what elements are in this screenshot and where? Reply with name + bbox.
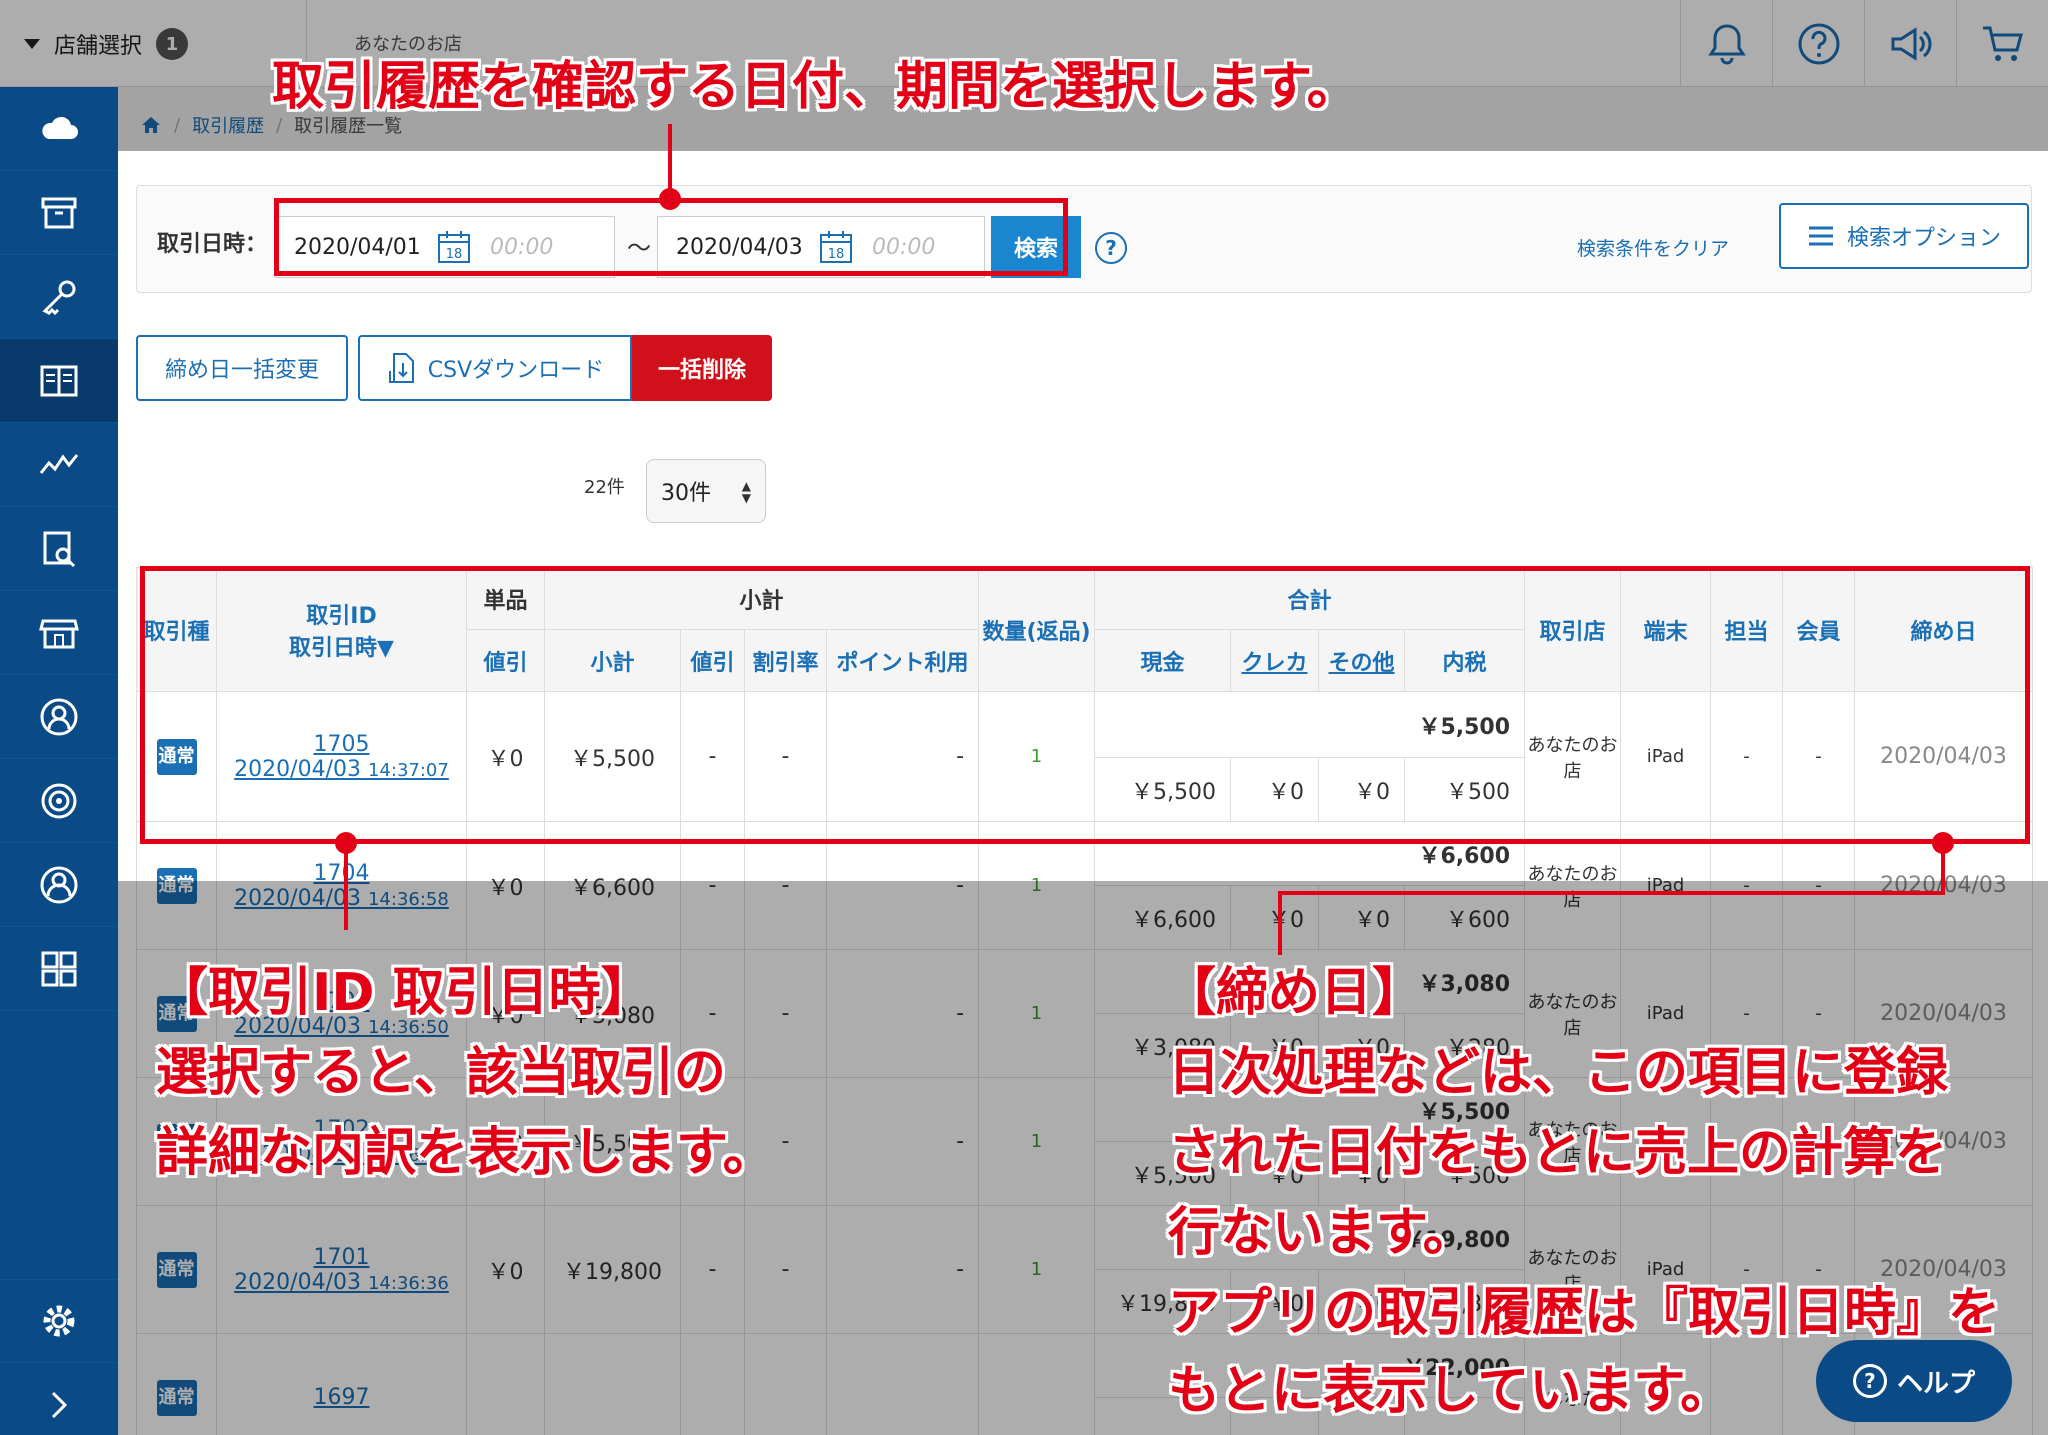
help-fab-button[interactable]: ? ヘルプ [1816, 1340, 2012, 1422]
annotation-left-title: 【取引ID 取引日時】 [156, 963, 653, 1023]
line-chart-icon [39, 453, 79, 474]
annotation-left-line1: 選択すると、該当取引の [156, 1043, 726, 1103]
menu-icon [1808, 226, 1833, 246]
grid-icon [41, 951, 77, 986]
annotation-box-row [140, 566, 2030, 844]
csv-download-label: CSVダウンロード [427, 358, 605, 383]
sidebar-item-analytics[interactable] [0, 423, 118, 507]
annotation-right-line3: 行ないます。 [1168, 1203, 1475, 1263]
sidebar-item-apps[interactable] [0, 927, 118, 1011]
question-icon: ? [1852, 1364, 1887, 1398]
dim-overlay [0, 0, 306, 87]
clear-conditions-link[interactable]: 検索条件をクリア [1577, 234, 1729, 261]
csv-download-button[interactable]: CSVダウンロード [358, 335, 632, 401]
sidebar-item-reports[interactable] [0, 507, 118, 591]
box-icon [41, 197, 77, 228]
result-count: 22件 [584, 477, 625, 498]
sidebar-item-settings[interactable] [0, 1279, 118, 1363]
select-arrows-icon: ▲ ▼ [741, 479, 751, 505]
annotation-dot [659, 188, 681, 210]
download-file-icon [388, 353, 414, 383]
sidebar-item-tools[interactable] [0, 255, 118, 339]
per-page-select[interactable]: 30件 ▲ ▼ [646, 459, 766, 523]
search-options-label: 検索オプション [1846, 226, 2001, 251]
annotation-right-line1: 日次処理などは、この項目に登録 [1168, 1043, 1949, 1103]
annotation-right-line5: もとに表示しています。 [1168, 1361, 1733, 1421]
bulk-close-date-button[interactable]: 締め日一括変更 [136, 335, 348, 401]
annotation-line [1278, 891, 1945, 895]
ledger-icon [40, 365, 78, 396]
sidebar-item-stores[interactable] [0, 591, 118, 675]
annotation-left-line2: 詳細な内訳を表示します。 [156, 1123, 775, 1183]
search-options-button[interactable]: 検索オプション [1779, 203, 2029, 269]
target-icon [41, 783, 77, 818]
chevron-right-icon [51, 1391, 68, 1418]
annotation-line [1941, 842, 1945, 894]
action-buttons: 締め日一括変更 CSVダウンロード 一括削除 [136, 335, 772, 401]
member-icon [40, 866, 78, 903]
annotation-right-title: 【締め日】 [1164, 963, 1425, 1023]
sidebar-item-targets[interactable] [0, 759, 118, 843]
annotation-top: 取引履歴を確認する日付、期間を選択します。 [272, 57, 1359, 117]
staff-icon [40, 698, 78, 735]
annotation-line [1278, 891, 1282, 955]
annotation-right-line2: された日付をもとに売上の計算を [1168, 1123, 1947, 1183]
report-search-icon [43, 531, 76, 567]
cloud-icon [42, 116, 78, 139]
date-range-label: 取引日時： [157, 232, 268, 257]
sidebar-item-transactions[interactable] [0, 339, 118, 423]
key-icon [42, 280, 76, 315]
annotation-right-line4: アプリの取引履歴は『取引日時』を [1168, 1283, 2001, 1343]
sidebar-item-staff[interactable] [0, 675, 118, 759]
per-page-value: 30件 [661, 481, 711, 506]
sidebar-item-cloud[interactable] [0, 87, 118, 171]
sidebar-item-products[interactable] [0, 171, 118, 255]
gear-icon [43, 1305, 75, 1337]
bulk-delete-button[interactable]: 一括削除 [632, 335, 772, 401]
sidebar-expand[interactable] [0, 1363, 118, 1435]
sidebar [0, 87, 118, 1435]
annotation-line [344, 842, 348, 930]
help-fab-label: ヘルプ [1896, 1368, 1975, 1399]
sidebar-item-members[interactable] [0, 843, 118, 927]
store-icon [39, 619, 79, 648]
search-help-icon[interactable]: ? [1095, 232, 1127, 264]
